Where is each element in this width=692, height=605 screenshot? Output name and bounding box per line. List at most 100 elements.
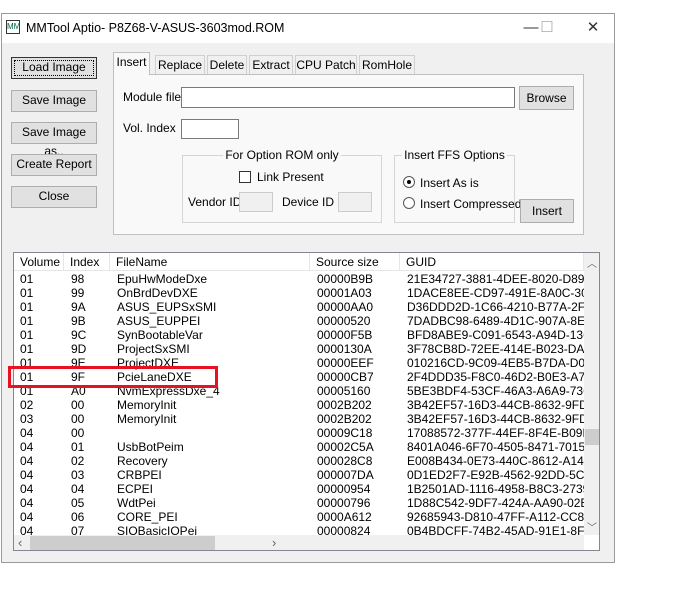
table-row[interactable]: 01 9A ASUS_EUPSxSMI 00000AA0 D36DDD2D-1C66-4…	[14, 300, 584, 314]
cell-volume: 01	[20, 286, 34, 300]
table-row[interactable]: 04 04 ECPEI 00000954 1B2501AD-1116-4958-B8C3…	[14, 482, 584, 496]
table-row[interactable]: 01 9C SynBootableVar 00000F5B BFD8ABE9-C091-…	[14, 328, 584, 342]
cell-volume: 01	[20, 342, 34, 356]
create-report-button[interactable]: Create Report	[11, 154, 97, 176]
table-row[interactable]: 04 01 UsbBotPeim 00002C5A 8401A046-6F70-4505…	[14, 440, 584, 454]
cell-source-size: 0002B202	[317, 412, 372, 426]
table-row[interactable]: 01 98 EpuHwModeDxe 00000B9B 21E34727-3881-4D…	[14, 272, 584, 286]
cell-volume: 04	[20, 426, 34, 440]
cell-index: 9A	[71, 300, 86, 314]
cell-source-size: 00009C18	[317, 426, 373, 440]
ffs-options-caption: Insert FFS Options	[402, 148, 507, 162]
column-header-source-size[interactable]: Source size	[310, 253, 400, 271]
cell-volume: 01	[20, 272, 34, 286]
column-header-index[interactable]: Index	[64, 253, 110, 271]
cell-source-size: 0000A612	[317, 510, 372, 524]
mmtool-app-icon: MM	[6, 20, 20, 34]
cell-filename: CORE_PEI	[117, 510, 178, 524]
link-present-label: Link Present	[257, 170, 324, 184]
cell-guid: 5BE3BDF4-53CF-46A3-A6A9-73C34A	[407, 384, 584, 398]
cell-volume: 04	[20, 510, 34, 524]
column-header-guid[interactable]: GUID	[400, 253, 584, 271]
tab-replace[interactable]: Replace	[155, 55, 205, 75]
save-image-button[interactable]: Save Image	[11, 90, 97, 112]
cell-filename: ECPEI	[117, 482, 154, 496]
cell-source-size: 0002B202	[317, 398, 372, 412]
insert-compressed-label: Insert Compressed	[420, 197, 522, 211]
table-row[interactable]: 01 99 OnBrdDevDXE 00001A03 1DACE8EE-CD97-491…	[14, 286, 584, 300]
load-image-button[interactable]: Load Image	[11, 57, 97, 79]
cell-source-size: 00000954	[317, 482, 371, 496]
cell-source-size: 00000EEF	[317, 356, 374, 370]
link-present-checkbox[interactable]	[239, 171, 251, 183]
cell-filename: ProjectSxSMI	[117, 342, 190, 356]
tab-insert[interactable]: Insert	[113, 52, 150, 75]
cell-source-size: 00002C5A	[317, 440, 374, 454]
cell-guid: D36DDD2D-1C66-4210-B77A-2FD9F	[407, 300, 584, 314]
scroll-left-icon[interactable]: ‹	[18, 535, 22, 550]
tab-delete[interactable]: Delete	[207, 55, 247, 75]
cell-guid: 0D1ED2F7-E92B-4562-92DD-5C82E	[407, 468, 584, 482]
cell-volume: 04	[20, 482, 34, 496]
maximize-button[interactable]: ☐	[532, 18, 562, 38]
cell-volume: 04	[20, 496, 34, 510]
close-window-button[interactable]: ✕	[578, 18, 608, 38]
module-file-input[interactable]	[181, 87, 515, 108]
close-button[interactable]: Close	[11, 186, 97, 208]
tab-extract[interactable]: Extract	[249, 55, 293, 75]
save-image-as-button[interactable]: Save Image as..	[11, 122, 97, 158]
cell-volume: 03	[20, 412, 34, 426]
table-row[interactable]: 02 00 MemoryInit 0002B202 3B42EF57-16D3-44CB…	[14, 398, 584, 412]
cell-guid: 3B42EF57-16D3-44CB-8632-9FDB0E	[407, 398, 584, 412]
table-row[interactable]: 01 9D ProjectSxSMI 0000130A 3F78CB8D-72EE-41…	[14, 342, 584, 356]
cell-guid: 8401A046-6F70-4505-8471-7015B40	[407, 440, 584, 454]
cell-index: 99	[71, 286, 85, 300]
cell-index: 98	[71, 272, 85, 286]
table-row[interactable]: 04 02 Recovery 000028C8 E008B434-0E73-440C-8…	[14, 454, 584, 468]
table-row[interactable]: 01 9B ASUS_EUPPEI 00000520 7DADBC98-6489-4D1…	[14, 314, 584, 328]
hscrollbar-thumb[interactable]	[30, 536, 215, 550]
insert-as-is-radio[interactable]	[403, 176, 415, 188]
option-rom-caption: For Option ROM only	[223, 148, 341, 162]
scroll-up-icon[interactable]: ︿	[587, 255, 597, 270]
cell-guid: 1D88C542-9DF7-424A-AA90-02B61F	[407, 496, 584, 510]
cell-guid: 3F78CB8D-72EE-414E-B023-DACA0	[407, 342, 584, 356]
insert-button[interactable]: Insert	[520, 199, 574, 223]
scroll-right-icon[interactable]: ›	[272, 535, 276, 550]
cell-filename: CRBPEI	[117, 468, 162, 482]
horizontal-scrollbar[interactable]: ‹ ›	[14, 535, 584, 550]
insert-compressed-radio[interactable]	[403, 197, 415, 209]
cell-guid: 1B2501AD-1116-4958-B8C3-2739C1	[407, 482, 584, 496]
module-list: Volume Index FileName Source size GUID 0…	[13, 252, 600, 551]
column-header-volume[interactable]: Volume	[14, 253, 64, 271]
cell-filename: SynBootableVar	[117, 328, 203, 342]
cell-index: 9C	[71, 328, 87, 342]
column-header-filename[interactable]: FileName	[110, 253, 310, 271]
device-id-input[interactable]	[338, 192, 372, 212]
vendor-id-input[interactable]	[239, 192, 273, 212]
insert-tab-panel: Module file Browse Vol. Index For Option…	[113, 74, 584, 235]
vol-index-input[interactable]	[181, 119, 239, 139]
scroll-down-icon[interactable]: ﹀	[587, 519, 597, 534]
table-row[interactable]: 03 00 MemoryInit 0002B202 3B42EF57-16D3-44CB…	[14, 412, 584, 426]
scrollbar-thumb[interactable]	[585, 429, 599, 445]
tab-cpu-patch[interactable]: CPU Patch	[295, 55, 357, 75]
table-row[interactable]: 04 00 00009C18 17088572-377F-44EF-8F4E-B09F…	[14, 426, 584, 440]
cell-guid: 92685943-D810-47FF-A112-CC8490	[407, 510, 584, 524]
cell-guid: 21E34727-3881-4DEE-8020-D8908A	[407, 272, 584, 286]
cell-index: 9D	[71, 342, 87, 356]
tab-romhole[interactable]: RomHole	[359, 55, 415, 75]
vertical-scrollbar[interactable]: ︿ ﹀	[584, 253, 599, 535]
cell-filename: OnBrdDevDXE	[117, 286, 198, 300]
table-row[interactable]: 04 06 CORE_PEI 0000A612 92685943-D810-47FF-A…	[14, 510, 584, 524]
cell-volume: 01	[20, 328, 34, 342]
table-row[interactable]: 04 03 CRBPEI 000007DA 0D1ED2F7-E92B-4562-92D…	[14, 468, 584, 482]
table-row[interactable]: 04 05 WdtPei 00000796 1D88C542-9DF7-424A-AA9…	[14, 496, 584, 510]
module-file-label: Module file	[123, 90, 182, 104]
browse-button[interactable]: Browse	[519, 86, 574, 110]
cell-source-size: 00000796	[317, 496, 371, 510]
cell-filename: UsbBotPeim	[117, 440, 184, 454]
insert-as-is-label: Insert As is	[420, 176, 479, 190]
cell-filename: EpuHwModeDxe	[117, 272, 208, 286]
cell-guid: 17088572-377F-44EF-8F4E-B09FFF4	[407, 426, 584, 440]
